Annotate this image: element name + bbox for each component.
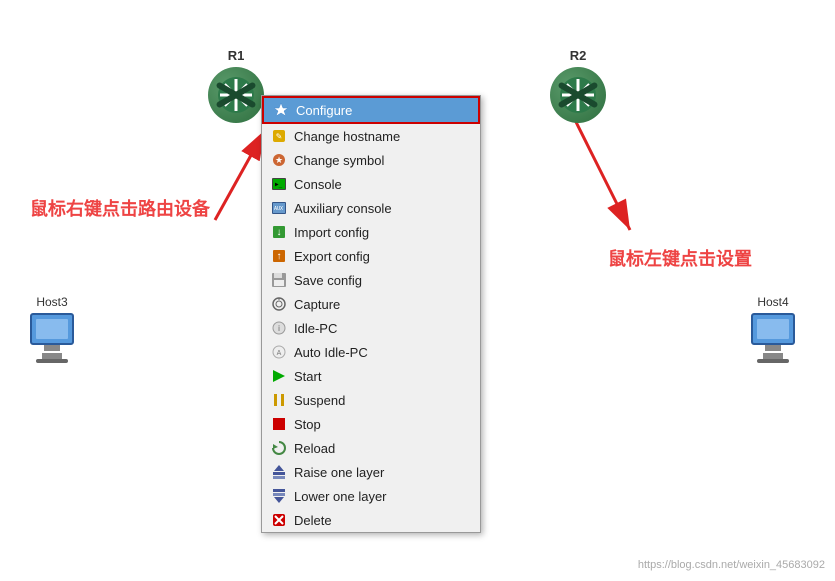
left-chinese-label: 鼠标右键点击路由设备 — [30, 195, 210, 221]
menu-item-console[interactable]: ▶_ Console — [262, 172, 480, 196]
auto-idle-pc-label: Auto Idle-PC — [294, 345, 368, 360]
change-hostname-label: Change hostname — [294, 129, 400, 144]
import-icon: ↓ — [270, 223, 288, 241]
save-config-label: Save config — [294, 273, 362, 288]
menu-item-change-symbol[interactable]: ★ Change symbol — [262, 148, 480, 172]
export-icon: ↑ — [270, 247, 288, 265]
router-r2-label: R2 — [570, 48, 587, 63]
host3-base — [36, 359, 68, 363]
reload-label: Reload — [294, 441, 335, 456]
suspend-icon — [270, 391, 288, 409]
console-label: Console — [294, 177, 342, 192]
auto-idle-icon: A — [270, 343, 288, 361]
router-r2-body — [550, 67, 606, 123]
raise-one-layer-label: Raise one layer — [294, 465, 384, 480]
menu-item-auxiliary-console[interactable]: AUX Auxiliary console — [262, 196, 480, 220]
svg-text:★: ★ — [275, 155, 283, 165]
menu-item-configure[interactable]: Configure — [262, 96, 480, 124]
watermark: https://blog.csdn.net/weixin_45683092 — [638, 559, 825, 571]
menu-item-raise-one-layer[interactable]: Raise one layer — [262, 460, 480, 484]
stop-icon — [270, 415, 288, 433]
symbol-icon: ★ — [270, 151, 288, 169]
export-config-label: Export config — [294, 249, 370, 264]
router-r1-label: R1 — [228, 48, 245, 63]
stop-label: Stop — [294, 417, 321, 432]
idle-pc-label: Idle-PC — [294, 321, 337, 336]
menu-item-suspend[interactable]: Suspend — [262, 388, 480, 412]
host4-monitor — [751, 313, 795, 345]
idle-icon: i — [270, 319, 288, 337]
host3-label: Host3 — [36, 295, 67, 309]
menu-item-reload[interactable]: Reload — [262, 436, 480, 460]
configure-icon — [272, 101, 290, 119]
host3: Host3 — [30, 295, 74, 363]
menu-item-delete[interactable]: Delete — [262, 508, 480, 532]
host4-base — [757, 359, 789, 363]
lower-icon — [270, 487, 288, 505]
auxiliary-console-label: Auxiliary console — [294, 201, 392, 216]
start-icon — [270, 367, 288, 385]
menu-item-capture[interactable]: Capture — [262, 292, 480, 316]
change-symbol-label: Change symbol — [294, 153, 384, 168]
router-r1[interactable]: R1 — [208, 48, 264, 123]
menu-item-change-hostname[interactable]: ✎ Change hostname — [262, 124, 480, 148]
svg-text:i: i — [278, 324, 280, 333]
router-r1-body — [208, 67, 264, 123]
svg-text:A: A — [277, 350, 282, 357]
import-config-label: Import config — [294, 225, 369, 240]
right-chinese-label: 鼠标左键点击设置 — [608, 245, 752, 271]
svg-text:✎: ✎ — [276, 132, 283, 141]
save-icon — [270, 271, 288, 289]
menu-item-save-config[interactable]: Save config — [262, 268, 480, 292]
host4-label: Host4 — [757, 295, 788, 309]
aux-icon: AUX — [270, 199, 288, 217]
svg-text:↑: ↑ — [277, 251, 282, 262]
menu-item-stop[interactable]: Stop — [262, 412, 480, 436]
capture-icon — [270, 295, 288, 313]
raise-icon — [270, 463, 288, 481]
delete-label: Delete — [294, 513, 332, 528]
lower-one-layer-label: Lower one layer — [294, 489, 387, 504]
menu-item-idle-pc[interactable]: i Idle-PC — [262, 316, 480, 340]
menu-item-auto-idle-pc[interactable]: A Auto Idle-PC — [262, 340, 480, 364]
host4: Host4 — [751, 295, 795, 363]
reload-icon — [270, 439, 288, 457]
delete-icon — [270, 511, 288, 529]
context-menu: Configure ✎ Change hostname ★ Change sym… — [261, 95, 481, 533]
configure-label: Configure — [296, 103, 352, 118]
hostname-icon: ✎ — [270, 127, 288, 145]
menu-item-start[interactable]: Start — [262, 364, 480, 388]
svg-text:▶_: ▶_ — [275, 181, 283, 188]
svg-text:↓: ↓ — [277, 227, 282, 238]
router-r2[interactable]: R2 — [550, 48, 606, 123]
menu-item-lower-one-layer[interactable]: Lower one layer — [262, 484, 480, 508]
svg-text:AUX: AUX — [274, 206, 283, 212]
capture-label: Capture — [294, 297, 340, 312]
host3-monitor — [30, 313, 74, 345]
start-label: Start — [294, 369, 321, 384]
menu-item-export-config[interactable]: ↑ Export config — [262, 244, 480, 268]
console-icon: ▶_ — [270, 175, 288, 193]
suspend-label: Suspend — [294, 393, 345, 408]
menu-item-import-config[interactable]: ↓ Import config — [262, 220, 480, 244]
network-diagram: R1 R2 Host3 — [0, 0, 835, 581]
